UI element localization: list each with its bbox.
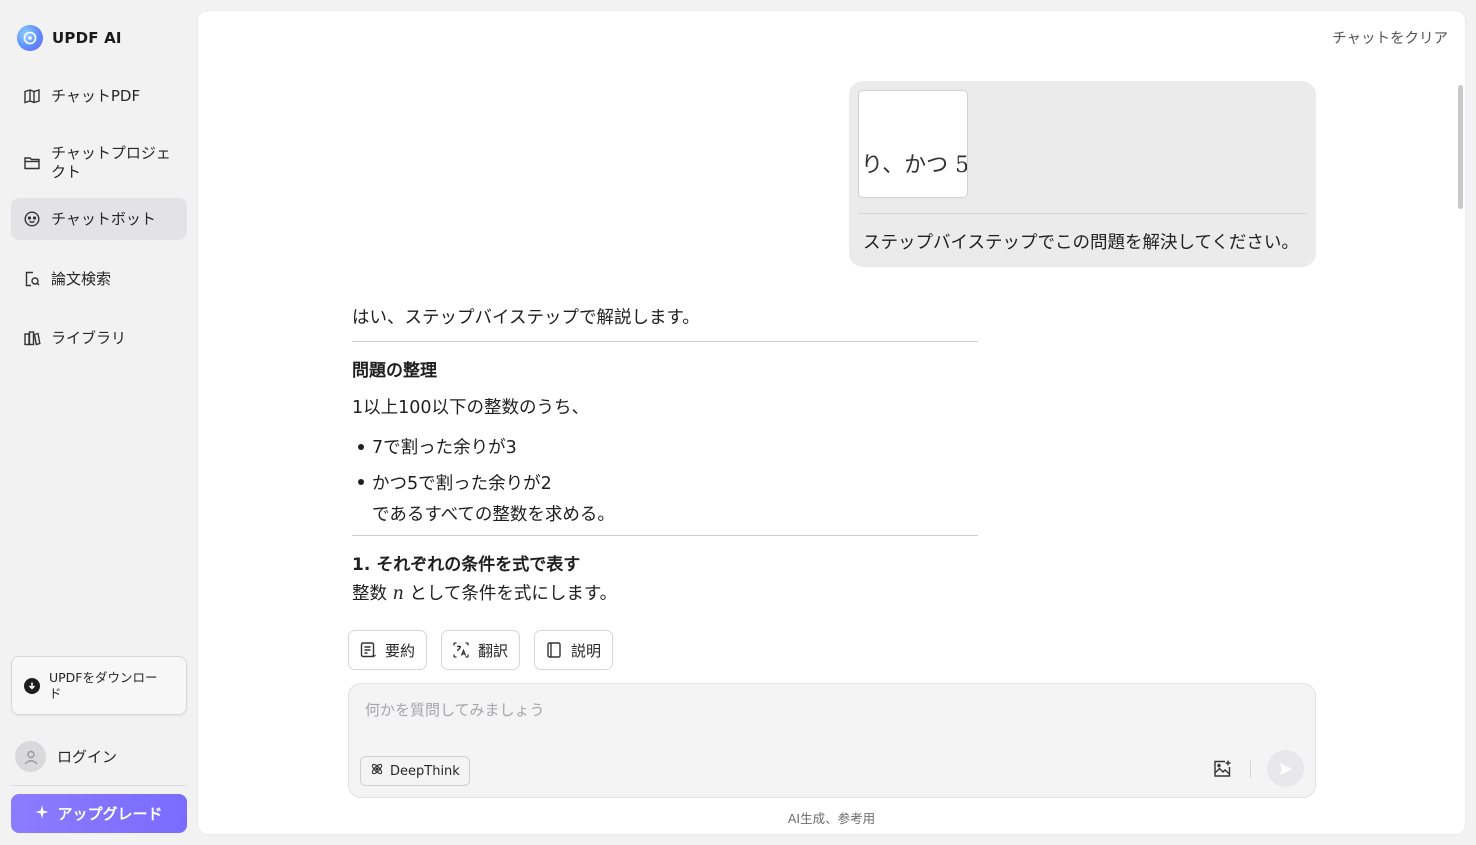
atom-icon — [370, 762, 384, 780]
bot-chat-icon — [22, 210, 41, 229]
summarize-button[interactable]: 要約 — [348, 630, 428, 670]
message-input[interactable] — [365, 698, 1265, 722]
sidebar-item-library[interactable]: ライブラリ — [11, 317, 187, 359]
summary-icon — [358, 641, 377, 660]
download-icon — [24, 677, 40, 694]
sidebar-item-label: チャットプロジェクト — [51, 144, 171, 181]
sidebar-item-paper-search[interactable]: 論文検索 — [11, 258, 187, 300]
list-item-line: かつ5で割った余りが2 — [372, 474, 552, 494]
send-button[interactable] — [1267, 750, 1304, 787]
explain-button[interactable]: 説明 — [534, 630, 614, 670]
updf-ai-logo-icon — [17, 25, 43, 51]
math-variable: n — [392, 584, 404, 604]
library-icon — [22, 329, 41, 348]
user-message-divider — [858, 213, 1307, 214]
attach-image-button[interactable] — [1211, 758, 1233, 780]
send-icon — [1279, 762, 1292, 775]
chat-panel: チャットをクリア り、かつ 5 ステップバイステップでこの問題を解決してください… — [198, 11, 1465, 834]
reply-heading: 問題の整理 — [352, 361, 437, 381]
translate-label: 翻訳 — [478, 641, 509, 660]
reply-divider — [352, 341, 978, 342]
reply-intro: はい、ステップバイステップで解説します。 — [352, 308, 700, 328]
translate-icon — [451, 641, 470, 660]
ai-disclaimer: AI生成、参考用 — [787, 811, 876, 826]
document-search-icon — [22, 270, 41, 289]
clear-chat-button[interactable]: チャットをクリア — [1332, 27, 1448, 48]
reply-list: 7で割った余りが3 かつ5で割った余りが2 であるすべての整数を求める。 — [352, 434, 615, 531]
summarize-label: 要約 — [385, 641, 416, 660]
image-add-icon — [1214, 760, 1231, 777]
user-message-text: ステップバイステップでこの問題を解決してください。 — [863, 233, 1299, 253]
download-label: UPDFをダウンロード — [49, 669, 158, 701]
sidebar-divider — [11, 785, 187, 786]
login-button[interactable]: ログイン — [15, 741, 117, 772]
sidebar-item-chat-project[interactable]: チャットプロジェクト — [11, 142, 187, 184]
sidebar-item-chat-pdf[interactable]: チャットPDF — [11, 75, 187, 117]
text-run: として条件を式にします。 — [403, 584, 618, 604]
sidebar-item-label: チャットPDF — [51, 86, 141, 105]
reply-heading: 1. それぞれの条件を式で表す — [352, 555, 581, 575]
deepthink-label: DeepThink — [390, 763, 460, 779]
sidebar-nav: チャットPDF チャットプロジェクト チャットボット 論文検索 ライブラリ — [11, 75, 187, 359]
user-message: り、かつ 5 ステップバイステップでこの問題を解決してください。 — [849, 81, 1316, 267]
attached-image-text: り、かつ 5 — [861, 153, 968, 178]
message-composer: DeepThink — [348, 683, 1316, 798]
list-item-line: であるすべての整数を求める。 — [372, 505, 615, 525]
explain-label: 説明 — [571, 641, 602, 660]
upgrade-button[interactable]: アップグレード — [11, 794, 187, 833]
quick-actions: 要約 翻訳 説明 — [348, 630, 614, 670]
list-item: かつ5で割った余りが2 であるすべての整数を求める。 — [352, 469, 615, 531]
sparkle-icon — [35, 805, 49, 823]
text-run: 整数 — [352, 584, 393, 604]
avatar — [15, 741, 46, 772]
app-title: UPDF AI — [52, 29, 122, 47]
folder-chat-icon — [22, 154, 41, 173]
translate-button[interactable]: 翻訳 — [441, 630, 521, 670]
reply-divider — [352, 535, 978, 536]
brand[interactable]: UPDF AI — [17, 24, 122, 52]
login-label: ログイン — [57, 748, 118, 766]
list-item: 7で割った余りが3 — [352, 434, 615, 469]
reply-paragraph: 1以上100以下の整数のうち、 — [352, 398, 590, 418]
upgrade-label: アップグレード — [57, 805, 163, 823]
deepthink-toggle[interactable]: DeepThink — [360, 756, 470, 786]
sidebar-item-label: 論文検索 — [51, 269, 112, 288]
download-updf-button[interactable]: UPDFをダウンロード — [11, 656, 187, 715]
book-icon — [544, 641, 563, 660]
scrollbar[interactable] — [1458, 85, 1463, 209]
sidebar-item-label: ライブラリ — [51, 328, 127, 347]
attached-image[interactable]: り、かつ 5 — [858, 90, 968, 198]
sidebar: UPDF AI チャットPDF チャットプロジェクト チャットボット 論文検索 — [0, 0, 198, 845]
sidebar-item-label: チャットボット — [51, 209, 156, 228]
sidebar-item-chatbot[interactable]: チャットボット — [11, 198, 187, 240]
book-chat-icon — [22, 87, 41, 106]
composer-divider — [1250, 761, 1251, 778]
reply-paragraph: 整数 n として条件を式にします。 — [352, 580, 617, 605]
